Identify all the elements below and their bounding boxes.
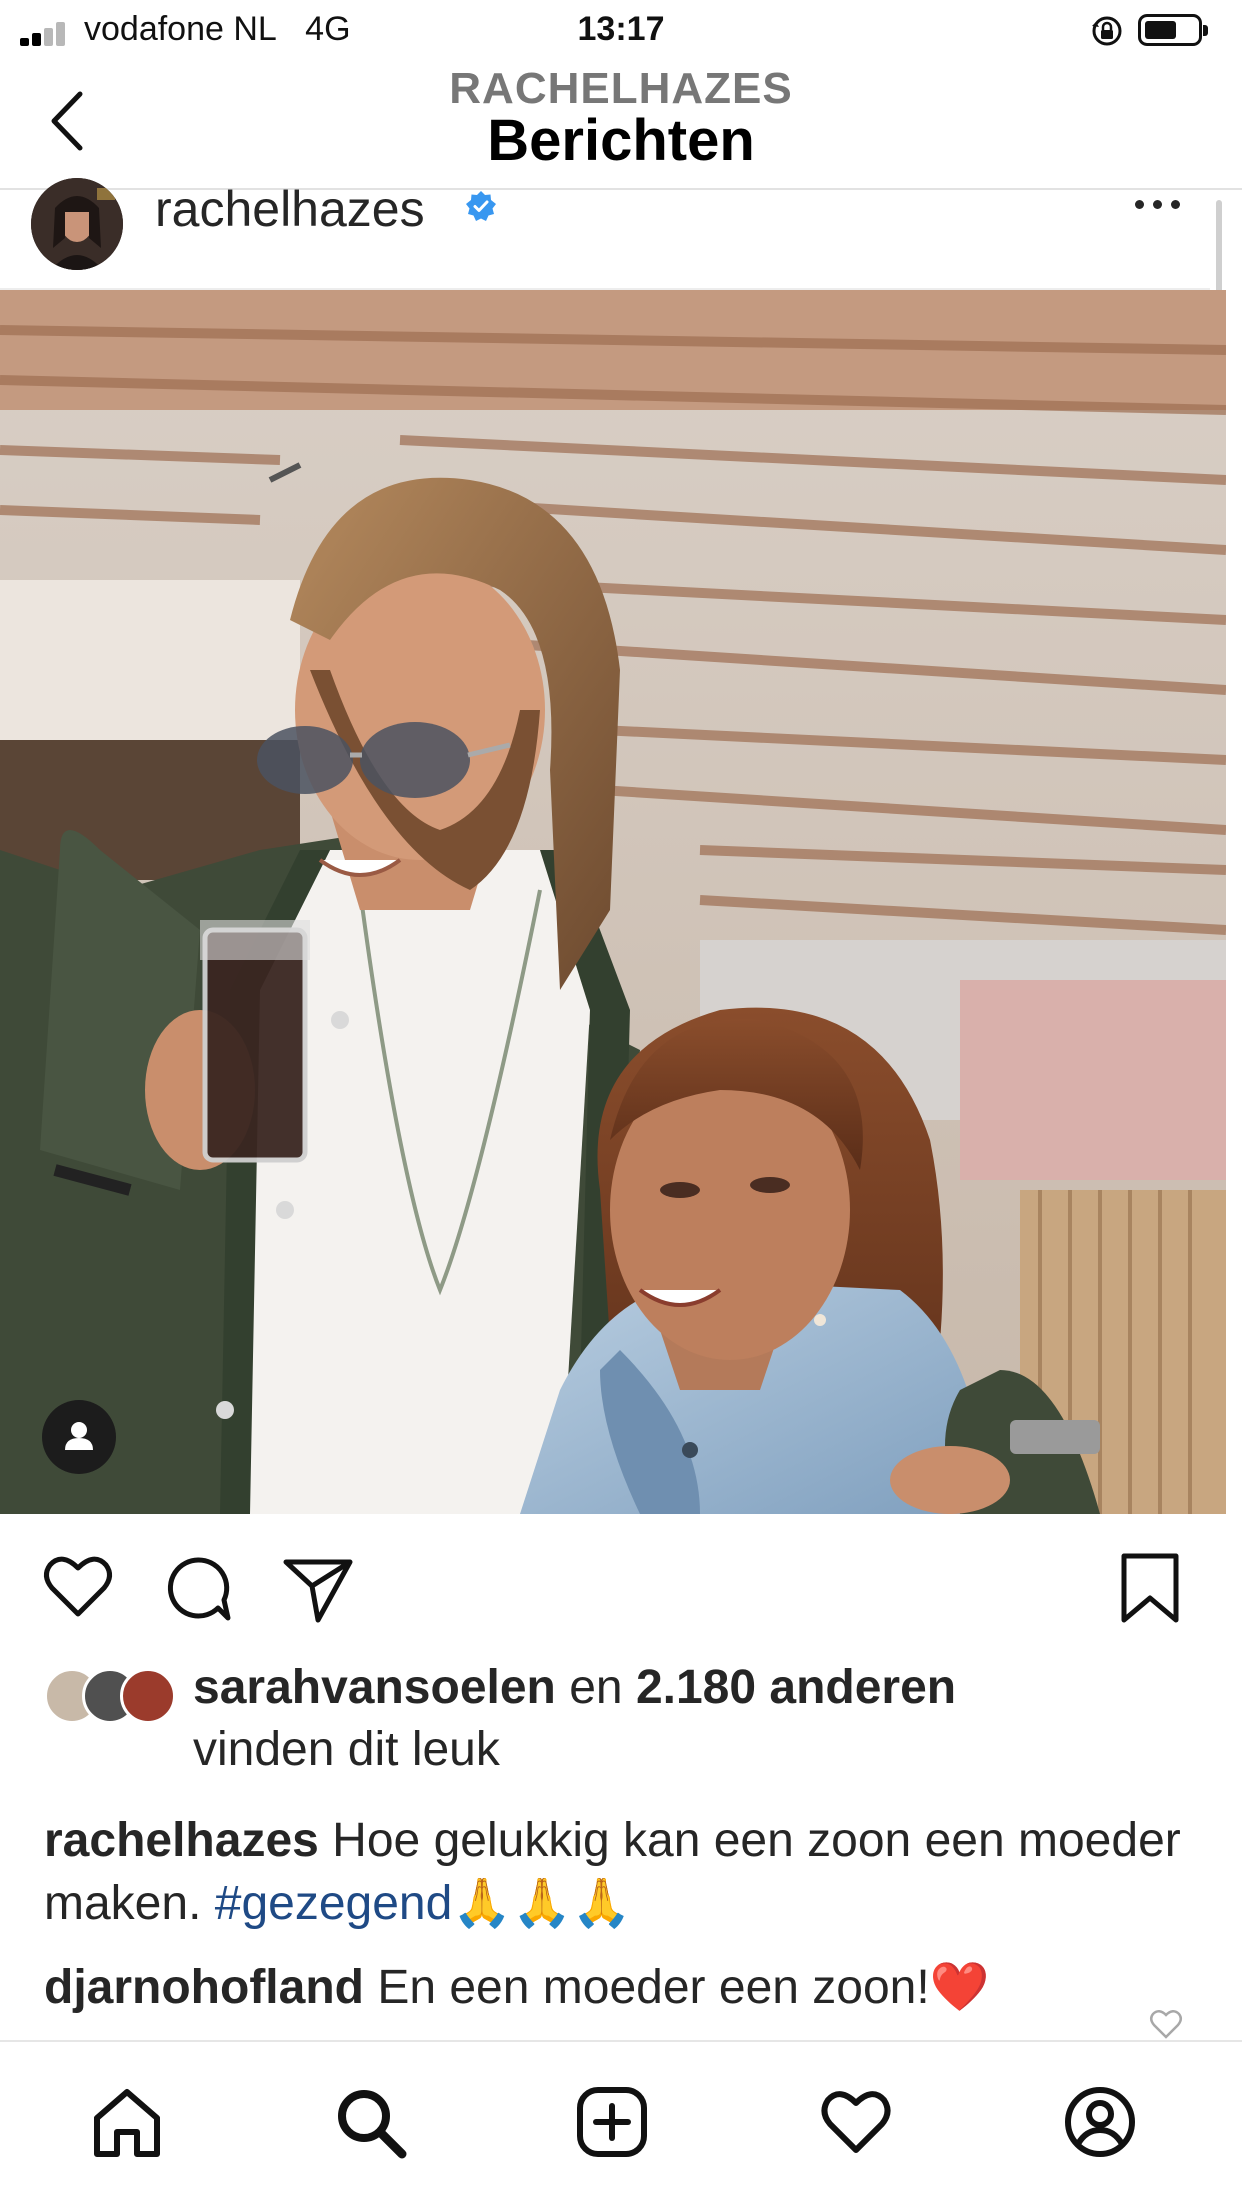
likes-summary[interactable]: sarahvansoelen en 2.180 anderen vinden d… bbox=[0, 1660, 1242, 1800]
comment-emoji: ❤️ bbox=[929, 1959, 990, 2015]
first-liker-name[interactable]: sarahvansoelen bbox=[193, 1661, 556, 1714]
user-tags-button[interactable] bbox=[42, 1400, 116, 1474]
post-actions bbox=[0, 1548, 1242, 1628]
nav-title: Berichten bbox=[487, 108, 755, 173]
nav-header: RACHELHAZES Berichten bbox=[0, 62, 1242, 190]
battery-icon bbox=[1138, 14, 1208, 46]
bottom-tab-bar bbox=[0, 2040, 1242, 2208]
likes-line: sarahvansoelen en 2.180 anderen bbox=[193, 1660, 956, 1715]
caption-username[interactable]: rachelhazes bbox=[44, 1814, 319, 1867]
caption-emoji: 🙏🙏🙏 bbox=[452, 1875, 632, 1931]
caption-hashtag[interactable]: #gezegend bbox=[215, 1877, 453, 1930]
verified-badge-icon bbox=[466, 191, 496, 221]
liker-avatars bbox=[44, 1668, 176, 1724]
person-icon bbox=[65, 1422, 93, 1450]
likes-count[interactable]: 2.180 anderen bbox=[636, 1661, 956, 1714]
post-caption: rachelhazes Hoe gelukkig kan een zoon ee… bbox=[44, 1810, 1194, 1935]
comment-text: En een moeder een zoon! bbox=[377, 1961, 930, 2014]
comment-row: djarnohofland En een moeder een zoon!❤️ bbox=[44, 1958, 1194, 2015]
battery-level-fill bbox=[1145, 21, 1176, 39]
profile-icon[interactable] bbox=[1060, 2082, 1140, 2162]
comment-like-icon[interactable] bbox=[1148, 2006, 1184, 2042]
likes-connector: en bbox=[569, 1661, 623, 1714]
author-avatar[interactable] bbox=[31, 178, 123, 270]
search-icon[interactable] bbox=[330, 2082, 410, 2162]
status-bar: vodafone NL 4G 13:17 bbox=[0, 0, 1242, 62]
comment-username[interactable]: djarnohofland bbox=[44, 1961, 364, 2014]
activity-heart-icon[interactable] bbox=[816, 2082, 896, 2162]
status-time: 13:17 bbox=[577, 10, 665, 48]
create-icon[interactable] bbox=[572, 2082, 652, 2162]
post-username[interactable]: rachelhazes bbox=[155, 180, 425, 238]
heart-icon[interactable] bbox=[38, 1548, 118, 1628]
more-options-button[interactable] bbox=[1135, 200, 1185, 214]
rotation-lock-icon bbox=[1092, 16, 1122, 46]
comment-icon[interactable] bbox=[158, 1548, 238, 1628]
bookmark-icon[interactable] bbox=[1110, 1548, 1190, 1628]
likes-suffix: vinden dit leuk bbox=[193, 1723, 500, 1776]
share-icon[interactable] bbox=[278, 1548, 358, 1628]
post-header: rachelhazes bbox=[0, 178, 1210, 290]
liker-avatar bbox=[120, 1668, 176, 1724]
post-photo[interactable] bbox=[0, 290, 1226, 1514]
home-icon[interactable] bbox=[87, 2082, 167, 2162]
